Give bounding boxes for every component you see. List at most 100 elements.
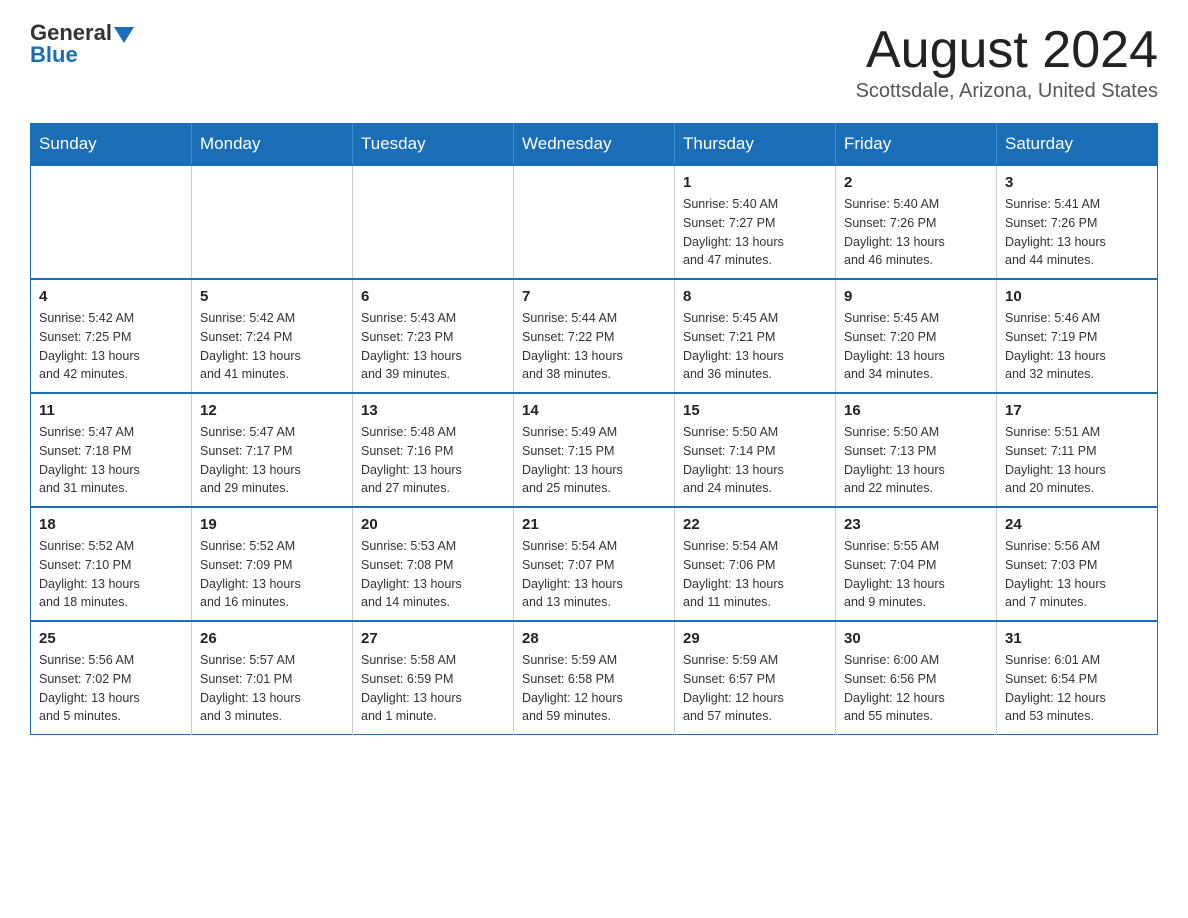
day-number: 19 xyxy=(200,516,344,533)
day-number: 29 xyxy=(683,630,827,647)
day-number: 4 xyxy=(39,288,183,305)
day-number: 30 xyxy=(844,630,988,647)
calendar-cell: 4Sunrise: 5:42 AMSunset: 7:25 PMDaylight… xyxy=(31,279,192,393)
calendar-cell: 7 Sunrise: 5:44 AMSunset: 7:22 PMDaylight… xyxy=(514,279,675,393)
weekday-header-monday: Monday xyxy=(192,124,353,166)
calendar-cell: 5Sunrise: 5:42 AMSunset: 7:24 PMDaylight… xyxy=(192,279,353,393)
weekday-header-thursday: Thursday xyxy=(675,124,836,166)
day-info: Sunrise: 5:52 AMSunset: 7:10 PMDaylight:… xyxy=(39,537,183,612)
day-info: Sunrise: 5:54 AMSunset: 7:06 PMDaylight:… xyxy=(683,537,827,612)
calendar-cell: 26 Sunrise: 5:57 AMSunset: 7:01 PMDayligh… xyxy=(192,621,353,735)
day-number: 12 xyxy=(200,402,344,419)
day-number: 22 xyxy=(683,516,827,533)
logo-triangle-icon xyxy=(114,27,134,43)
day-number: 7 xyxy=(522,288,666,305)
day-number: 21 xyxy=(522,516,666,533)
day-info: Sunrise: 5:53 AMSunset: 7:08 PMDaylight:… xyxy=(361,537,505,612)
calendar-cell: 6 Sunrise: 5:43 AMSunset: 7:23 PMDaylight… xyxy=(353,279,514,393)
day-info: Sunrise: 5:44 AMSunset: 7:22 PMDaylight:… xyxy=(522,309,666,384)
day-number: 5 xyxy=(200,288,344,305)
day-number: 23 xyxy=(844,516,988,533)
day-info: Sunrise: 6:00 AMSunset: 6:56 PMDaylight:… xyxy=(844,651,988,726)
calendar-cell: 23 Sunrise: 5:55 AMSunset: 7:04 PMDayligh… xyxy=(836,507,997,621)
month-title: August 2024 xyxy=(856,20,1158,80)
calendar-week-5: 25Sunrise: 5:56 AMSunset: 7:02 PMDayligh… xyxy=(31,621,1158,735)
day-info: Sunrise: 5:58 AMSunset: 6:59 PMDaylight:… xyxy=(361,651,505,726)
calendar-cell: 8 Sunrise: 5:45 AMSunset: 7:21 PMDaylight… xyxy=(675,279,836,393)
day-info: Sunrise: 5:43 AMSunset: 7:23 PMDaylight:… xyxy=(361,309,505,384)
day-number: 1 xyxy=(683,174,827,191)
weekday-header-tuesday: Tuesday xyxy=(353,124,514,166)
day-info: Sunrise: 5:47 AMSunset: 7:17 PMDaylight:… xyxy=(200,423,344,498)
day-info: Sunrise: 5:47 AMSunset: 7:18 PMDaylight:… xyxy=(39,423,183,498)
day-info: Sunrise: 5:40 AMSunset: 7:26 PMDaylight:… xyxy=(844,195,988,270)
calendar-cell: 18 Sunrise: 5:52 AMSunset: 7:10 PMDayligh… xyxy=(31,507,192,621)
title-block: August 2024 Scottsdale, Arizona, United … xyxy=(856,20,1158,103)
calendar-week-1: 1 Sunrise: 5:40 AMSunset: 7:27 PMDaylight… xyxy=(31,165,1158,279)
weekday-header-friday: Friday xyxy=(836,124,997,166)
calendar-week-2: 4Sunrise: 5:42 AMSunset: 7:25 PMDaylight… xyxy=(31,279,1158,393)
calendar-cell: 29Sunrise: 5:59 AMSunset: 6:57 PMDayligh… xyxy=(675,621,836,735)
calendar-cell: 24 Sunrise: 5:56 AMSunset: 7:03 PMDayligh… xyxy=(997,507,1158,621)
calendar-cell: 3Sunrise: 5:41 AMSunset: 7:26 PMDaylight… xyxy=(997,165,1158,279)
day-number: 13 xyxy=(361,402,505,419)
calendar-cell: 11 Sunrise: 5:47 AMSunset: 7:18 PMDayligh… xyxy=(31,393,192,507)
day-number: 27 xyxy=(361,630,505,647)
day-number: 15 xyxy=(683,402,827,419)
calendar-cell: 9 Sunrise: 5:45 AMSunset: 7:20 PMDaylight… xyxy=(836,279,997,393)
day-info: Sunrise: 5:51 AMSunset: 7:11 PMDaylight:… xyxy=(1005,423,1149,498)
calendar-cell xyxy=(192,165,353,279)
calendar-cell: 17 Sunrise: 5:51 AMSunset: 7:11 PMDayligh… xyxy=(997,393,1158,507)
day-number: 11 xyxy=(39,402,183,419)
day-number: 28 xyxy=(522,630,666,647)
day-info: Sunrise: 5:57 AMSunset: 7:01 PMDaylight:… xyxy=(200,651,344,726)
day-info: Sunrise: 5:56 AMSunset: 7:02 PMDaylight:… xyxy=(39,651,183,726)
calendar-cell: 16 Sunrise: 5:50 AMSunset: 7:13 PMDayligh… xyxy=(836,393,997,507)
day-number: 17 xyxy=(1005,402,1149,419)
day-info: Sunrise: 5:55 AMSunset: 7:04 PMDaylight:… xyxy=(844,537,988,612)
day-info: Sunrise: 5:49 AMSunset: 7:15 PMDaylight:… xyxy=(522,423,666,498)
day-info: Sunrise: 5:50 AMSunset: 7:13 PMDaylight:… xyxy=(844,423,988,498)
day-info: Sunrise: 5:45 AMSunset: 7:20 PMDaylight:… xyxy=(844,309,988,384)
calendar-table: SundayMondayTuesdayWednesdayThursdayFrid… xyxy=(30,123,1158,735)
calendar-week-3: 11 Sunrise: 5:47 AMSunset: 7:18 PMDayligh… xyxy=(31,393,1158,507)
day-info: Sunrise: 5:45 AMSunset: 7:21 PMDaylight:… xyxy=(683,309,827,384)
day-number: 24 xyxy=(1005,516,1149,533)
day-number: 31 xyxy=(1005,630,1149,647)
day-number: 8 xyxy=(683,288,827,305)
calendar-cell: 2Sunrise: 5:40 AMSunset: 7:26 PMDaylight… xyxy=(836,165,997,279)
calendar-cell: 13 Sunrise: 5:48 AMSunset: 7:16 PMDayligh… xyxy=(353,393,514,507)
calendar-cell: 21 Sunrise: 5:54 AMSunset: 7:07 PMDayligh… xyxy=(514,507,675,621)
logo: General Blue xyxy=(30,20,134,68)
calendar-cell xyxy=(353,165,514,279)
calendar-cell: 25Sunrise: 5:56 AMSunset: 7:02 PMDayligh… xyxy=(31,621,192,735)
day-info: Sunrise: 6:01 AMSunset: 6:54 PMDaylight:… xyxy=(1005,651,1149,726)
weekday-header-sunday: Sunday xyxy=(31,124,192,166)
day-info: Sunrise: 5:48 AMSunset: 7:16 PMDaylight:… xyxy=(361,423,505,498)
day-number: 10 xyxy=(1005,288,1149,305)
weekday-header-saturday: Saturday xyxy=(997,124,1158,166)
calendar-cell: 31 Sunrise: 6:01 AMSunset: 6:54 PMDayligh… xyxy=(997,621,1158,735)
day-number: 16 xyxy=(844,402,988,419)
calendar-cell: 10 Sunrise: 5:46 AMSunset: 7:19 PMDayligh… xyxy=(997,279,1158,393)
day-number: 26 xyxy=(200,630,344,647)
day-info: Sunrise: 5:40 AMSunset: 7:27 PMDaylight:… xyxy=(683,195,827,270)
calendar-cell: 14 Sunrise: 5:49 AMSunset: 7:15 PMDayligh… xyxy=(514,393,675,507)
day-info: Sunrise: 5:52 AMSunset: 7:09 PMDaylight:… xyxy=(200,537,344,612)
day-info: Sunrise: 5:46 AMSunset: 7:19 PMDaylight:… xyxy=(1005,309,1149,384)
day-info: Sunrise: 5:56 AMSunset: 7:03 PMDaylight:… xyxy=(1005,537,1149,612)
day-number: 9 xyxy=(844,288,988,305)
calendar-cell: 15Sunrise: 5:50 AMSunset: 7:14 PMDayligh… xyxy=(675,393,836,507)
day-number: 18 xyxy=(39,516,183,533)
calendar-cell: 28 Sunrise: 5:59 AMSunset: 6:58 PMDayligh… xyxy=(514,621,675,735)
day-number: 14 xyxy=(522,402,666,419)
logo-blue-text: Blue xyxy=(30,42,78,68)
calendar-cell xyxy=(514,165,675,279)
page-header: General Blue August 2024 Scottsdale, Ari… xyxy=(30,20,1158,103)
calendar-cell: 20Sunrise: 5:53 AMSunset: 7:08 PMDayligh… xyxy=(353,507,514,621)
calendar-cell: 22 Sunrise: 5:54 AMSunset: 7:06 PMDayligh… xyxy=(675,507,836,621)
day-info: Sunrise: 5:59 AMSunset: 6:58 PMDaylight:… xyxy=(522,651,666,726)
day-number: 6 xyxy=(361,288,505,305)
calendar-week-4: 18 Sunrise: 5:52 AMSunset: 7:10 PMDayligh… xyxy=(31,507,1158,621)
day-info: Sunrise: 5:54 AMSunset: 7:07 PMDaylight:… xyxy=(522,537,666,612)
